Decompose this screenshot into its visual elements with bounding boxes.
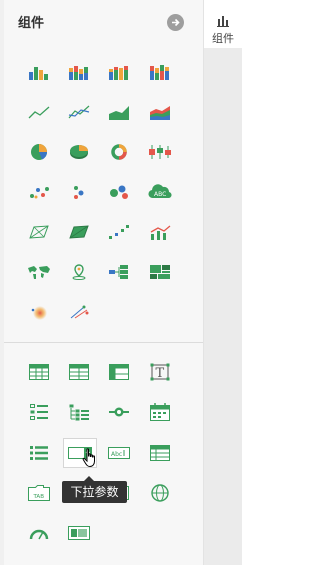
3d-pie-chart-icon[interactable] xyxy=(64,137,94,167)
right-tab-bar: 组件 xyxy=(204,0,242,565)
pie-chart-icon[interactable] xyxy=(24,137,54,167)
heatmap-icon[interactable] xyxy=(24,297,54,327)
flow-map-icon[interactable] xyxy=(64,297,94,327)
filled-radar-icon[interactable] xyxy=(64,217,94,247)
text-icon[interactable]: T xyxy=(145,357,175,387)
world-map-icon[interactable] xyxy=(24,257,54,287)
multi-line-chart-icon[interactable] xyxy=(64,97,94,127)
tooltip: 下拉参数 xyxy=(62,476,127,503)
gauge-icon[interactable] xyxy=(24,518,54,548)
word-cloud-icon[interactable]: ABC xyxy=(145,177,175,207)
section-divider xyxy=(4,342,203,343)
table-icon[interactable] xyxy=(24,357,54,387)
stacked-area-chart-icon[interactable] xyxy=(145,97,175,127)
tab-components-label: 组件 xyxy=(212,32,234,45)
tab-components[interactable]: 组件 xyxy=(204,0,242,48)
combo-chart-icon[interactable] xyxy=(145,217,175,247)
multi-stacked-bar-icon[interactable] xyxy=(145,57,175,87)
location-map-icon[interactable] xyxy=(64,257,94,287)
scatter-chart-icon[interactable] xyxy=(24,177,54,207)
area-chart-icon[interactable] xyxy=(104,97,134,127)
multi-bubble-chart-icon[interactable] xyxy=(104,177,134,207)
percent-bar-chart-icon[interactable] xyxy=(104,57,134,87)
funnel-icon[interactable] xyxy=(104,257,134,287)
detail-table-icon[interactable] xyxy=(64,357,94,387)
donut-chart-icon[interactable] xyxy=(104,137,134,167)
bubble-chart-icon[interactable] xyxy=(64,177,94,207)
svg-text:T: T xyxy=(156,366,165,381)
radar-chart-icon[interactable] xyxy=(24,217,54,247)
point-line-icon[interactable] xyxy=(104,217,134,247)
panel-title: 组件 xyxy=(18,16,45,31)
arrow-right-circle-icon[interactable] xyxy=(167,14,184,31)
line-chart-icon[interactable] xyxy=(24,97,54,127)
web-icon[interactable] xyxy=(145,478,175,508)
bar-chart-icon xyxy=(217,12,229,31)
svg-text:TAB: TAB xyxy=(33,494,45,500)
media-icon[interactable] xyxy=(64,518,94,548)
stacked-bar-chart-icon[interactable] xyxy=(64,57,94,87)
bar-chart-icon[interactable] xyxy=(24,57,54,87)
cross-table-icon[interactable] xyxy=(104,357,134,387)
tab-icon[interactable]: TAB xyxy=(24,478,54,508)
text-input-icon[interactable]: Abc xyxy=(104,438,134,468)
calendar-icon[interactable] xyxy=(145,397,175,427)
svg-text:Abc: Abc xyxy=(111,451,122,458)
slider-icon[interactable] xyxy=(104,397,134,427)
svg-text:ABC: ABC xyxy=(154,191,166,198)
list-icon[interactable] xyxy=(24,397,54,427)
tree-list-icon[interactable] xyxy=(64,397,94,427)
treemap-icon[interactable] xyxy=(145,257,175,287)
box-plot-icon[interactable] xyxy=(145,137,175,167)
bullet-list-icon[interactable] xyxy=(24,438,54,468)
form-table-icon[interactable] xyxy=(145,438,175,468)
hand-cursor-icon xyxy=(82,448,98,472)
